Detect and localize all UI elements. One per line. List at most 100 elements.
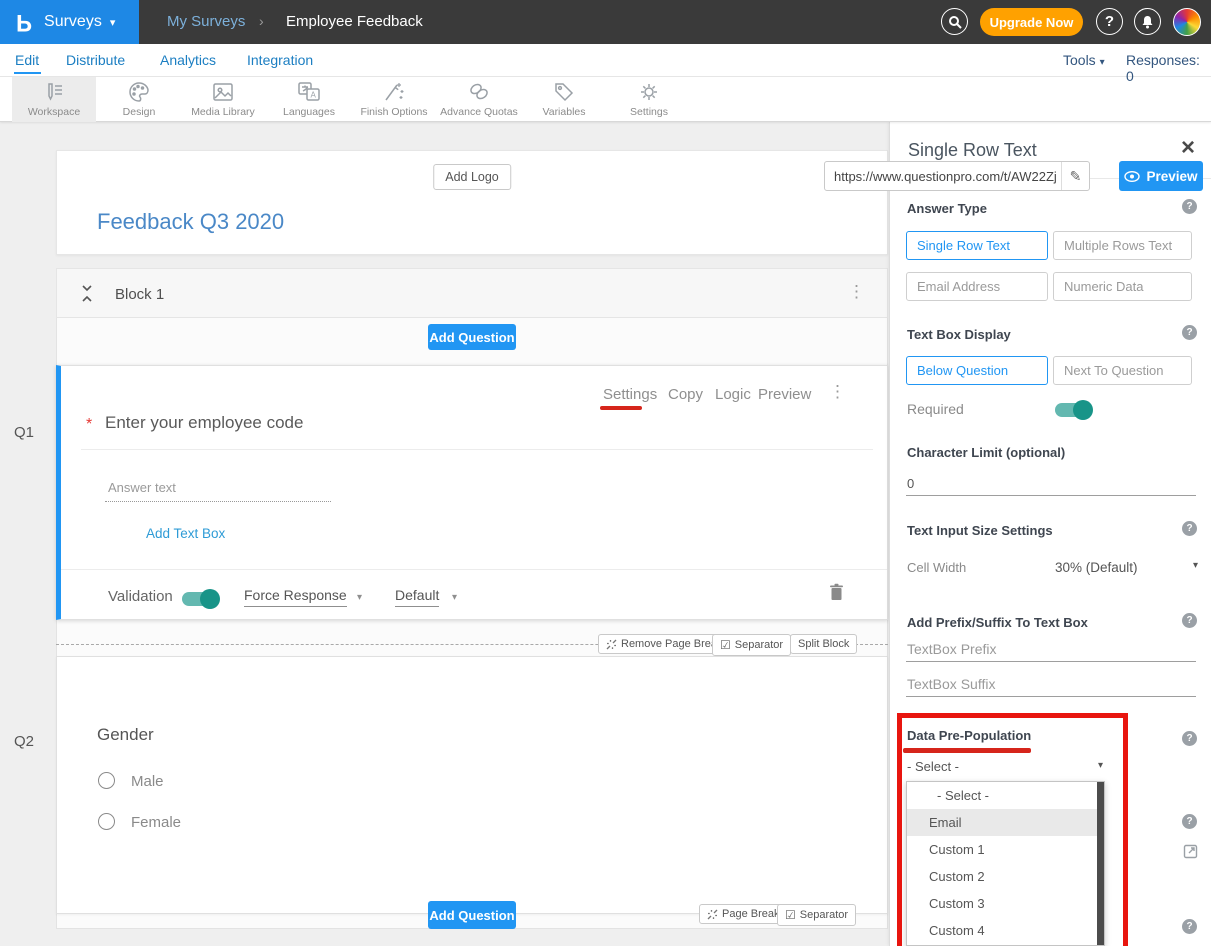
radio-male-label: Male [131, 773, 164, 790]
block-title[interactable]: Block 1 [115, 286, 164, 303]
data-prepopulation-dropdown-list: - Select - Email Custom 1 Custom 2 Custo… [906, 781, 1105, 946]
toolbar-item-finish-options[interactable]: Finish Options [352, 77, 436, 122]
magic-wand-icon [383, 81, 405, 103]
q1-menu-ellipsis-icon[interactable]: ⋮ [829, 383, 846, 400]
display-next-to-question[interactable]: Next To Question [1053, 356, 1192, 385]
tab-distribute[interactable]: Distribute [66, 52, 125, 68]
input-size-help-icon[interactable]: ? [1182, 521, 1197, 536]
dropdown-option-custom4[interactable]: Custom 4 [907, 917, 1104, 944]
add-question-button-top[interactable]: Add Question [428, 324, 516, 350]
brand-label: Surveys [44, 13, 102, 31]
app-root: P Surveys ▾ My Surveys › Employee Feedba… [0, 0, 1211, 946]
separator-button[interactable]: ☑ Separator [712, 634, 791, 656]
q1-tab-logic[interactable]: Logic [715, 386, 751, 403]
preview-button[interactable]: Preview [1119, 161, 1203, 191]
survey-url-input[interactable] [825, 169, 1061, 184]
radio-male[interactable] [98, 772, 115, 789]
user-avatar[interactable] [1173, 8, 1201, 36]
q1-tab-copy[interactable]: Copy [668, 386, 703, 403]
answer-type-single-row[interactable]: Single Row Text [906, 231, 1048, 260]
cell-width-caret-icon[interactable]: ▾ [1193, 560, 1198, 571]
survey-title[interactable]: Feedback Q3 2020 [97, 209, 284, 235]
radio-female[interactable] [98, 813, 115, 830]
tab-edit[interactable]: Edit [15, 52, 39, 68]
remove-page-break-button[interactable]: Remove Page Break [598, 634, 731, 654]
cell-width-value[interactable]: 30% (Default) [1055, 560, 1138, 575]
answer-type-email[interactable]: Email Address [906, 272, 1048, 301]
dropdown-option-custom2[interactable]: Custom 2 [907, 863, 1104, 890]
tab-integration[interactable]: Integration [247, 52, 313, 68]
data-prepopulation-help-icon[interactable]: ? [1182, 731, 1197, 746]
prefix-suffix-label: Add Prefix/Suffix To Text Box [907, 615, 1088, 630]
question-card-q1: Settings Copy Logic Preview ⋮ * Enter yo… [56, 365, 888, 620]
top-bar: P Surveys ▾ My Surveys › Employee Feedba… [0, 0, 1211, 44]
close-icon[interactable]: × [1181, 136, 1195, 160]
toolbar-item-settings[interactable]: Settings [607, 77, 691, 122]
dropdown-option-select[interactable]: - Select - [907, 782, 1104, 809]
q1-tab-preview[interactable]: Preview [758, 386, 811, 403]
chevron-down-icon: ▾ [1100, 57, 1105, 68]
q1-footer-divider [61, 569, 887, 570]
help-button[interactable]: ? [1096, 8, 1123, 35]
palette-icon [128, 81, 150, 103]
hidden-section-help-icon-2[interactable]: ? [1182, 919, 1197, 934]
text-box-display-label: Text Box Display [907, 327, 1011, 342]
external-link-icon[interactable] [1183, 844, 1198, 859]
data-prepopulation-caret-icon[interactable]: ▾ [1098, 760, 1103, 771]
delete-question-trash-icon[interactable] [829, 583, 844, 606]
dropdown-option-custom1[interactable]: Custom 1 [907, 836, 1104, 863]
hidden-section-help-icon[interactable]: ? [1182, 814, 1197, 829]
block-menu-ellipsis-icon[interactable]: ⋮ [848, 283, 865, 300]
search-button[interactable] [941, 8, 968, 35]
add-text-box-link[interactable]: Add Text Box [146, 526, 225, 541]
toolbar-item-workspace[interactable]: Workspace [12, 77, 96, 122]
breadcrumb-parent[interactable]: My Surveys [167, 13, 245, 30]
checkbox-icon: ☑ [720, 638, 731, 652]
toolbar-item-design[interactable]: Design [97, 77, 181, 122]
force-response-dropdown[interactable]: Force Response [244, 587, 347, 607]
tools-menu[interactable]: Tools ▾ [1063, 52, 1105, 68]
toolbar-item-media-library[interactable]: Media Library [181, 77, 265, 122]
q1-question-text[interactable]: Enter your employee code [105, 413, 303, 433]
q1-answer-text-input[interactable] [105, 478, 331, 502]
char-limit-label: Character Limit (optional) [907, 445, 1065, 460]
char-limit-input[interactable] [906, 474, 1196, 496]
notifications-button[interactable] [1134, 8, 1161, 35]
answer-type-help-icon[interactable]: ? [1182, 199, 1197, 214]
product-switcher[interactable]: P Surveys ▾ [0, 0, 139, 44]
dropdown-option-email[interactable]: Email [907, 809, 1104, 836]
required-toggle[interactable] [1055, 403, 1091, 417]
toolbar-item-variables[interactable]: Variables [522, 77, 606, 122]
dropdown-option-custom3[interactable]: Custom 3 [907, 890, 1104, 917]
q1-tab-settings[interactable]: Settings [603, 386, 657, 403]
answer-type-multiple-rows[interactable]: Multiple Rows Text [1053, 231, 1192, 260]
textbox-suffix-input[interactable] [906, 675, 1196, 697]
add-question-button-bottom[interactable]: Add Question [428, 901, 516, 929]
image-icon [212, 81, 234, 103]
validation-toggle[interactable] [182, 592, 218, 606]
answer-type-numeric[interactable]: Numeric Data [1053, 272, 1192, 301]
responses-count[interactable]: Responses: 0 [1126, 52, 1211, 84]
q2-question-text[interactable]: Gender [97, 725, 154, 745]
add-logo-button[interactable]: Add Logo [433, 164, 511, 190]
breadcrumb-current: Employee Feedback [286, 13, 423, 30]
data-prepopulation-select-value[interactable]: - Select - [907, 759, 959, 774]
textbox-prefix-input[interactable] [906, 640, 1196, 662]
svg-text:A: A [311, 91, 317, 100]
chevron-down-icon: ▾ [452, 592, 457, 603]
questionpro-logo-icon: P [16, 10, 32, 34]
toolbar-item-advance-quotas[interactable]: Advance Quotas [437, 77, 521, 122]
page-break-button[interactable]: Page Break [699, 904, 787, 924]
tab-analytics[interactable]: Analytics [160, 52, 216, 68]
text-box-display-help-icon[interactable]: ? [1182, 325, 1197, 340]
collapse-block-icon[interactable] [81, 285, 93, 307]
toolbar-item-languages[interactable]: A Languages [267, 77, 351, 122]
edit-url-pencil-icon[interactable]: ✎ [1061, 162, 1089, 190]
dropdown-scrollbar[interactable] [1097, 782, 1104, 946]
bottom-separator-button[interactable]: ☑ Separator [777, 904, 856, 926]
prefix-suffix-help-icon[interactable]: ? [1182, 613, 1197, 628]
display-below-question[interactable]: Below Question [906, 356, 1048, 385]
split-block-button[interactable]: Split Block [790, 634, 857, 654]
default-dropdown[interactable]: Default [395, 587, 439, 607]
upgrade-now-button[interactable]: Upgrade Now [980, 8, 1083, 36]
